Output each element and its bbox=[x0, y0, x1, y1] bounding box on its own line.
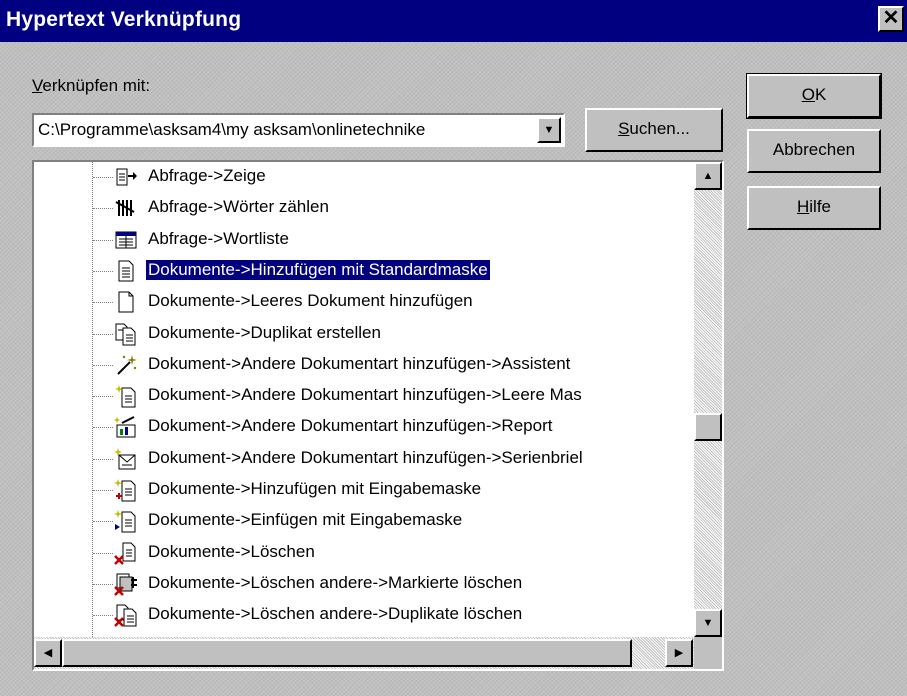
verknuepfen-label-rest: erknüpfen mit: bbox=[42, 76, 151, 95]
tree-item[interactable]: Abfrage->Wortliste bbox=[34, 225, 694, 256]
tree-item[interactable]: Dokumente->Löschen andere->Markierte lös… bbox=[34, 569, 694, 600]
tree-item-label: Dokumente->Duplikat erstellen bbox=[148, 322, 381, 342]
tree-item[interactable]: Dokumente->Leeres Dokument hinzufügen bbox=[34, 287, 694, 318]
blank-document-icon bbox=[114, 290, 138, 314]
cancel-label: Abbrechen bbox=[772, 140, 856, 159]
tree-connector-line bbox=[93, 427, 113, 429]
tree-item-label: Dokument->Andere Dokumentart hinzufügen-… bbox=[148, 416, 553, 436]
tree-item[interactable]: Dokument->Andere Dokumentart hinzufügen-… bbox=[34, 412, 694, 443]
insert-form-icon bbox=[114, 509, 138, 533]
tree-item[interactable]: Abfrage->Wörter zählen bbox=[34, 193, 694, 224]
help-label: Hilfe bbox=[796, 197, 831, 216]
tree-item-label: Dokumente->Hinzufügen mit Eingabemaske bbox=[148, 479, 482, 498]
tree-item[interactable]: Dokument->Andere Dokumentart hinzufügen-… bbox=[34, 444, 694, 475]
tree-connector-line bbox=[93, 521, 113, 523]
vertical-scrollbar[interactable]: ▲ ▼ bbox=[694, 162, 722, 637]
tree-item-label: Abfrage->Zeige bbox=[148, 166, 266, 185]
arrow-right-icon: ▶ bbox=[674, 647, 684, 659]
delete-marked-icon bbox=[114, 572, 138, 596]
mail-merge-icon bbox=[114, 447, 138, 471]
arrow-up-icon: ▲ bbox=[702, 170, 714, 182]
tree-item[interactable]: Dokumente->Löschen bbox=[34, 538, 694, 569]
cancel-button[interactable]: Abbrechen bbox=[747, 129, 881, 173]
document-lines-icon bbox=[114, 259, 138, 283]
ok-label: OK bbox=[801, 85, 827, 104]
tree-item[interactable]: Dokumente->Einfügen mit Eingabemaske bbox=[34, 506, 694, 537]
tree-item[interactable]: Dokument->Andere Dokumentart hinzufügen-… bbox=[34, 350, 694, 381]
dialog-title: Hypertext Verknüpfung bbox=[6, 8, 242, 31]
tree-item[interactable]: Abfrage->Zeige bbox=[34, 162, 694, 193]
suchen-button[interactable]: Suchen... bbox=[585, 108, 723, 152]
tree-connector-line bbox=[93, 458, 113, 460]
scroll-left-button[interactable]: ◀ bbox=[34, 639, 62, 667]
tree-connector-line bbox=[93, 270, 113, 272]
tree-connector-line bbox=[93, 552, 113, 554]
tree-connector-line bbox=[93, 490, 113, 491]
close-button[interactable]: ✕ bbox=[878, 6, 904, 32]
help-button[interactable]: Hilfe bbox=[747, 186, 881, 230]
tree-connector-line bbox=[93, 333, 113, 335]
wordlist-icon bbox=[114, 228, 138, 252]
tree-viewport: Abfrage->Zeige Abfrage->Wörter zählen Abfr… bbox=[34, 162, 694, 637]
combobox-dropdown-button[interactable]: ▼ bbox=[537, 117, 561, 143]
verknuepfen-label: Verknüpfen mit: bbox=[32, 76, 150, 96]
delete-duplicates-icon bbox=[114, 603, 138, 628]
horizontal-scrollbar[interactable]: ◀ ▶ bbox=[34, 637, 694, 669]
tree-connector-line bbox=[93, 396, 113, 398]
scroll-up-button[interactable]: ▲ bbox=[694, 162, 722, 190]
tree-item-label: Abfrage->Wortliste bbox=[148, 228, 289, 248]
tree-item[interactable]: Dokumente->Löschen andere->Duplikate lös… bbox=[34, 600, 694, 631]
tree-item-label: Dokumente->Leeres Dokument hinzufügen bbox=[148, 291, 473, 311]
tree-item-label: Dokumente->Hinzufügen mit Standardmaske bbox=[145, 258, 491, 281]
tree-item-label: Dokumente->Löschen bbox=[148, 541, 315, 561]
close-icon: ✕ bbox=[882, 7, 900, 29]
tree-connector-line bbox=[93, 239, 113, 241]
link-target-value: C:\Programme\asksam4\my asksam\onlinetec… bbox=[38, 120, 426, 139]
chevron-down-icon: ▼ bbox=[543, 124, 555, 136]
verknuepfen-label-mnemonic: V bbox=[32, 76, 43, 95]
tree-item-label: Dokument->Andere Dokumentart hinzufügen-… bbox=[148, 353, 571, 373]
delete-document-icon bbox=[114, 541, 138, 565]
tree-item-label: Dokumente->Einfügen mit Eingabemaske bbox=[148, 510, 463, 530]
tree-item-label: Abfrage->Wörter zählen bbox=[148, 197, 329, 217]
tree-item-label: Dokumente->Löschen andere->Markierte lös… bbox=[148, 572, 523, 592]
tally-icon bbox=[114, 196, 138, 220]
tree-connector-line bbox=[93, 177, 113, 178]
scroll-down-button[interactable]: ▼ bbox=[694, 609, 722, 637]
ok-button[interactable]: OK bbox=[746, 73, 882, 119]
tree-item[interactable]: Dokumente->Duplikat erstellen bbox=[34, 319, 694, 350]
tree-item-label: Dokument->Andere Dokumentart hinzufügen-… bbox=[148, 447, 583, 467]
scrollbar-corner bbox=[694, 637, 722, 669]
tree-connector-line bbox=[93, 615, 113, 617]
sparkle-document-icon bbox=[114, 384, 138, 408]
horizontal-scroll-thumb[interactable] bbox=[62, 639, 632, 667]
tree-item[interactable]: Dokumente->Hinzufügen mit Eingabemaske bbox=[34, 475, 694, 506]
tree-item-label: Dokumente->Löschen andere->Duplikate lös… bbox=[148, 604, 523, 624]
report-icon bbox=[114, 415, 138, 439]
vertical-scroll-thumb[interactable] bbox=[694, 412, 722, 441]
arrow-down-icon: ▼ bbox=[702, 617, 714, 629]
tree-item[interactable]: Dokument->Andere Dokumentart hinzufügen-… bbox=[34, 381, 694, 412]
suchen-mnemonic: S bbox=[618, 119, 630, 138]
suchen-label-rest: uchen... bbox=[629, 119, 690, 138]
hypertext-dialog: Hypertext Verknüpfung ✕ Verknüpfen mit: … bbox=[0, 0, 907, 696]
tree-connector-line bbox=[93, 364, 113, 366]
arrow-left-icon: ◀ bbox=[43, 647, 53, 659]
title-bar: Hypertext Verknüpfung ✕ bbox=[0, 0, 907, 42]
list-arrow-icon bbox=[114, 165, 138, 189]
duplicate-icon bbox=[114, 322, 138, 346]
command-tree[interactable]: Abfrage->Zeige Abfrage->Wörter zählen Abfr… bbox=[32, 160, 724, 671]
scroll-right-button[interactable]: ▶ bbox=[665, 639, 693, 667]
tree-connector-line bbox=[93, 208, 113, 210]
tree-item-label: Dokument->Andere Dokumentart hinzufügen-… bbox=[148, 385, 582, 405]
add-form-icon bbox=[114, 478, 138, 502]
link-target-combobox[interactable]: C:\Programme\asksam4\my asksam\onlinetec… bbox=[32, 113, 565, 147]
tree-item[interactable]: Dokumente->Hinzufügen mit Standardmaske bbox=[34, 256, 694, 287]
magic-wand-icon bbox=[114, 353, 138, 377]
tree-connector-line bbox=[93, 302, 113, 304]
tree-connector-line bbox=[93, 583, 113, 585]
